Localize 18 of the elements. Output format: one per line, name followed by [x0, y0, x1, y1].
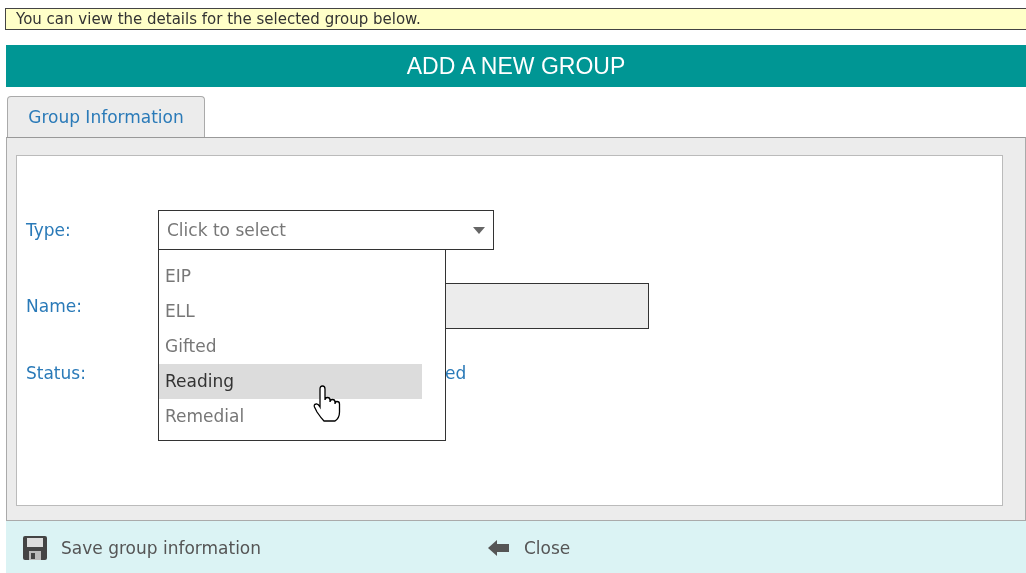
caret-icon	[473, 226, 485, 234]
page-title: ADD A NEW GROUP	[406, 52, 626, 80]
status-value: ed	[445, 363, 467, 383]
save-button[interactable]: Save group information	[23, 535, 488, 560]
left-arrow-icon	[488, 539, 510, 556]
tab[interactable]: Group Information	[7, 96, 205, 137]
dropdown-option[interactable]: Gifted	[159, 329, 422, 364]
close-button[interactable]: Close	[488, 537, 571, 558]
notice-banner: You can view the details for the selected group below.	[5, 8, 1026, 30]
hand-cursor-icon	[313, 385, 341, 423]
type-dropdown[interactable]: Click to select	[158, 210, 494, 250]
field-label: Type:	[26, 220, 72, 240]
dropdown-option[interactable]: ELL	[159, 294, 422, 329]
dropdown-option[interactable]: Reading	[159, 364, 422, 399]
field-label: Name:	[26, 296, 83, 316]
field-label: Status:	[26, 363, 87, 383]
dropdown-option[interactable]: EIP	[159, 259, 422, 294]
dropdown-option[interactable]: Remedial	[159, 399, 422, 434]
